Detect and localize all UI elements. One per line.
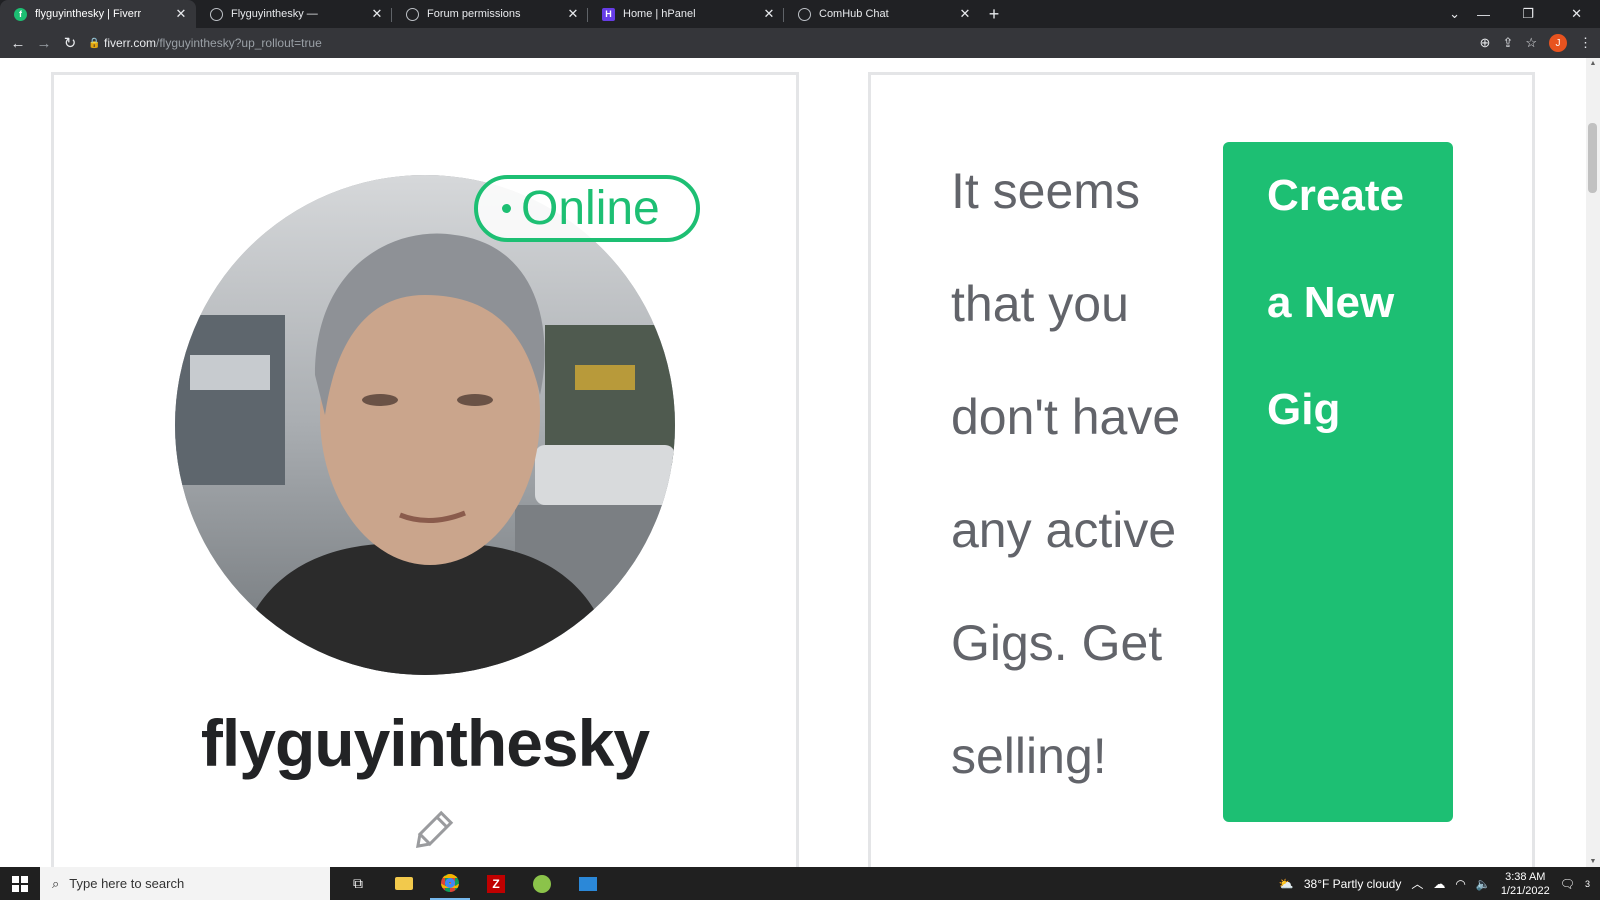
create-gig-label-line: Gig	[1267, 385, 1341, 434]
no-gigs-message-line: any active	[951, 502, 1177, 558]
fiverr-icon: f	[14, 7, 27, 21]
onedrive-icon[interactable]: ☁	[1433, 877, 1445, 891]
close-icon[interactable]: ✕	[566, 6, 580, 22]
no-gigs-message-line: selling!	[951, 728, 1107, 784]
tab-search-icon[interactable]: ⌄	[1449, 0, 1460, 28]
close-window-button[interactable]: ✕	[1571, 0, 1582, 28]
file-explorer-icon[interactable]	[384, 867, 424, 900]
no-gigs-message-line: It seems	[951, 163, 1140, 219]
taskbar-search-placeholder: Type here to search	[69, 876, 185, 891]
tab-comhub-chat[interactable]: ComHub Chat ✕	[784, 0, 980, 28]
windows-logo-icon	[12, 875, 28, 892]
zoom-icon[interactable]: ⊕	[1480, 35, 1491, 51]
show-hidden-icons-chevron-icon[interactable]: ︿	[1411, 875, 1423, 892]
scroll-up-arrow-icon[interactable]: ▲	[1589, 60, 1597, 67]
page-scrollbar[interactable]: ▲ ▼	[1586, 58, 1600, 867]
tab-title: Flyguyinthesky —	[231, 8, 318, 20]
hostinger-icon: H	[602, 7, 615, 21]
no-gigs-message-line: don't have	[951, 389, 1181, 445]
notifications-icon[interactable]: 🗨	[1560, 877, 1575, 891]
back-arrow-icon[interactable]: ←	[5, 35, 31, 52]
tab-hpanel[interactable]: H Home | hPanel ✕	[588, 0, 784, 28]
address-bar[interactable]: 🔒 fiverr.com/flyguyinthesky?up_rollout=t…	[88, 31, 1548, 55]
profile-photo-image	[175, 175, 675, 675]
browser-tab-strip: f flyguyinthesky | Fiverr ✕ Flyguyinthes…	[0, 0, 1600, 28]
profile-card: Online flyguyinthesky	[51, 72, 799, 867]
taskbar-search-box[interactable]: ⌕ Type here to search	[40, 867, 330, 900]
restore-button[interactable]: ❐	[1522, 0, 1534, 28]
online-status-text: Online	[521, 182, 660, 235]
url-host: fiverr.com	[104, 36, 157, 50]
windows-taskbar: ⌕ Type here to search ⧉ Z ⛅ 38°F Partly …	[0, 867, 1600, 900]
wifi-icon[interactable]: ◠	[1455, 877, 1465, 891]
no-gigs-message-line: Gigs. Get	[951, 615, 1163, 671]
profile-avatar[interactable]: J	[1549, 34, 1567, 52]
weather-icon[interactable]: ⛅	[1279, 877, 1294, 891]
scroll-down-arrow-icon[interactable]: ▼	[1589, 858, 1597, 865]
lock-icon: 🔒	[88, 37, 101, 49]
create-gig-label-line: Create	[1267, 171, 1404, 220]
tab-title: flyguyinthesky | Fiverr	[35, 8, 142, 20]
notification-count: 3	[1584, 878, 1590, 889]
browser-toolbar: ← → ↻ 🔒 fiverr.com/flyguyinthesky?up_rol…	[0, 28, 1600, 58]
system-tray: ⛅ 38°F Partly cloudy ︿ ☁ ◠ 🔈 3:38 AM 1/2…	[1279, 867, 1600, 900]
tab-title: Home | hPanel	[623, 8, 696, 20]
reload-icon[interactable]: ↻	[57, 34, 83, 52]
photos-icon[interactable]	[568, 867, 608, 900]
create-gig-label-line: a New	[1267, 278, 1395, 327]
tab-flyguyinthesky[interactable]: Flyguyinthesky — ✕	[196, 0, 392, 28]
close-icon[interactable]: ✕	[370, 6, 384, 22]
close-icon[interactable]: ✕	[174, 6, 188, 22]
globe-icon	[406, 7, 419, 21]
online-status-badge: Online	[474, 175, 700, 242]
volume-icon[interactable]: 🔈	[1476, 877, 1491, 891]
globe-icon	[798, 7, 811, 21]
url-path: /flyguyinthesky?up_rollout=true	[156, 36, 322, 50]
notepad-plus-icon[interactable]	[522, 867, 562, 900]
edit-pencil-icon[interactable]	[410, 810, 454, 854]
menu-kebab-icon[interactable]: ⋮	[1579, 35, 1592, 51]
search-icon: ⌕	[52, 875, 60, 891]
globe-icon	[210, 7, 223, 21]
share-icon[interactable]: ⇪	[1502, 35, 1513, 51]
close-icon[interactable]: ✕	[958, 6, 972, 22]
active-gigs-card: It seems that you don't have any active …	[868, 72, 1535, 867]
profile-username: flyguyinthesky	[200, 706, 650, 780]
clock-time: 3:38 AM	[1505, 870, 1546, 883]
tab-forum-permissions[interactable]: Forum permissions ✕	[392, 0, 588, 28]
forward-arrow-icon[interactable]: →	[31, 35, 57, 52]
no-gigs-message: It seems that you don't have any active …	[951, 135, 1211, 813]
clock-date: 1/21/2022	[1500, 884, 1550, 897]
create-new-gig-button[interactable]: Create a New Gig	[1223, 142, 1453, 822]
windows-start-button[interactable]	[0, 875, 40, 892]
minimize-button[interactable]: —	[1477, 0, 1490, 28]
close-icon[interactable]: ✕	[762, 6, 776, 22]
tab-fiverr[interactable]: f flyguyinthesky | Fiverr ✕	[0, 0, 196, 28]
taskbar-clock[interactable]: 3:38 AM 1/21/2022	[1501, 870, 1550, 898]
no-gigs-message-line: that you	[951, 276, 1129, 332]
page-viewport: Online flyguyinthesky It seems that you …	[0, 58, 1600, 867]
tab-title: ComHub Chat	[819, 8, 889, 20]
task-view-icon[interactable]: ⧉	[338, 867, 378, 900]
new-tab-button[interactable]: +	[980, 0, 1008, 28]
scrollbar-thumb[interactable]	[1588, 123, 1597, 193]
tab-title: Forum permissions	[427, 8, 521, 20]
filezilla-icon[interactable]: Z	[476, 867, 516, 900]
profile-photo[interactable]	[175, 175, 675, 675]
status-dot-icon	[502, 204, 511, 213]
bookmark-star-icon[interactable]: ☆	[1525, 35, 1537, 51]
weather-text[interactable]: 38°F Partly cloudy	[1304, 877, 1402, 891]
chrome-icon[interactable]	[430, 867, 470, 900]
